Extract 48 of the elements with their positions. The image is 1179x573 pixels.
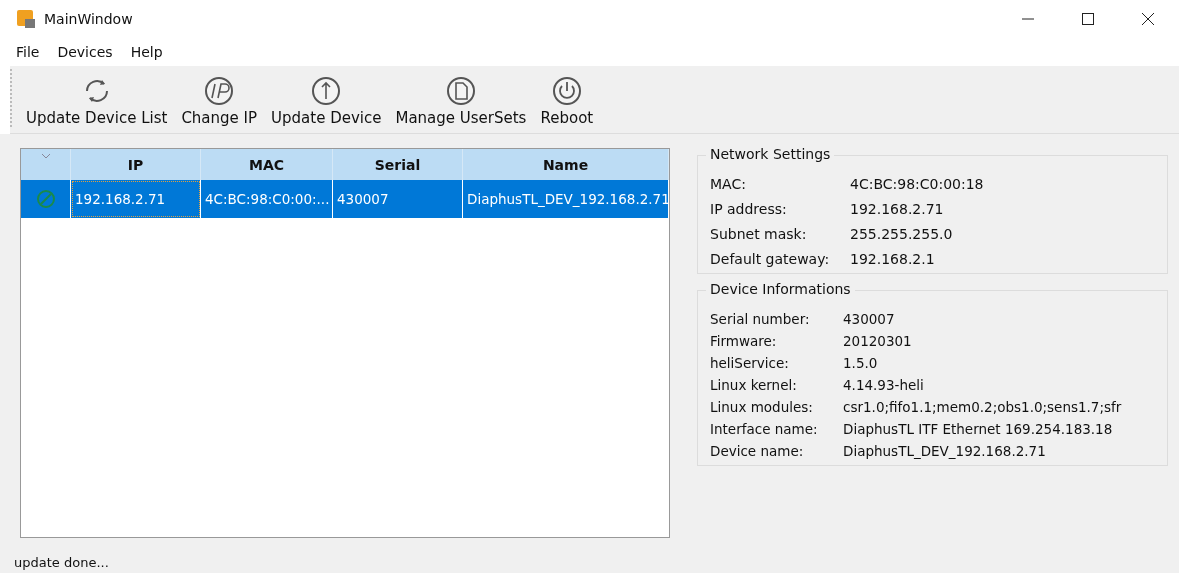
maximize-icon[interactable] <box>1081 12 1095 26</box>
window-title: MainWindow <box>44 11 133 27</box>
field-value: 1.5.0 <box>843 355 879 371</box>
field-value: 192.168.2.71 <box>850 201 945 217</box>
ip-icon <box>203 75 236 107</box>
app-icon <box>16 9 36 29</box>
menu-item[interactable]: Devices <box>57 44 113 60</box>
group-title: Network Settings <box>706 146 835 162</box>
field-label: IP address: <box>710 201 788 217</box>
field-label: MAC: <box>710 176 747 192</box>
field-value: 20120301 <box>843 333 913 349</box>
menu-item[interactable]: File <box>16 44 40 60</box>
table-cell: 430007 <box>333 180 463 218</box>
field-label: Interface name: <box>710 421 819 437</box>
field-value: 4.14.93-heli <box>843 377 925 393</box>
group-title: Device Informations <box>706 281 855 297</box>
close-icon[interactable] <box>1141 12 1155 26</box>
chevron-icon <box>40 153 51 159</box>
field-value: 430007 <box>843 311 896 327</box>
table-cell: 4C:BC:98:C0:00:... <box>201 180 333 218</box>
field-label: heliService: <box>710 355 790 371</box>
toolbar-button[interactable]: Change IP <box>175 73 264 129</box>
toolbar-button[interactable]: Reboot <box>534 73 600 129</box>
field-value: csr1.0;fifo1.1;mem0.2;obs1.0;sens1.7;sfr <box>843 399 1123 415</box>
table-cell: DiaphusTL_DEV_192.168.2.71 <box>463 180 669 218</box>
table-cell: 192.168.2.71 <box>71 180 201 218</box>
field-value: 192.168.2.1 <box>850 251 936 267</box>
field-value: DiaphusTL ITF Ethernet 169.254.183.18 <box>843 421 1114 437</box>
status-text: update done... <box>14 554 109 570</box>
status-icon <box>35 189 56 209</box>
table-row[interactable]: 192.168.2.71 4C:BC:98:C0:00:... 430007 DiaphusTL_DEV_192.168.2.71 <box>21 180 669 218</box>
field-label: Serial number: <box>710 311 811 327</box>
field-label: Device name: <box>710 443 805 459</box>
menu-item[interactable]: Help <box>130 44 163 60</box>
field-label: Linux modules: <box>710 399 814 415</box>
field-label: Firmware: <box>710 333 778 349</box>
power-icon <box>550 75 583 107</box>
field-value: 4C:BC:98:C0:00:18 <box>850 176 985 192</box>
field-value: 255.255.255.0 <box>850 226 954 242</box>
document-icon <box>444 75 477 107</box>
toolbar-button[interactable]: Update Device <box>265 73 388 129</box>
field-label: Default gateway: <box>710 251 831 267</box>
field-label: Linux kernel: <box>710 377 798 393</box>
field-value: DiaphusTL_DEV_192.168.2.71 <box>843 443 1047 459</box>
toolbar-button[interactable]: Update Device List <box>20 73 174 129</box>
upload-icon <box>310 75 343 107</box>
field-label: Subnet mask: <box>710 226 808 242</box>
toolbar-button[interactable]: Manage UserSets <box>389 73 533 129</box>
